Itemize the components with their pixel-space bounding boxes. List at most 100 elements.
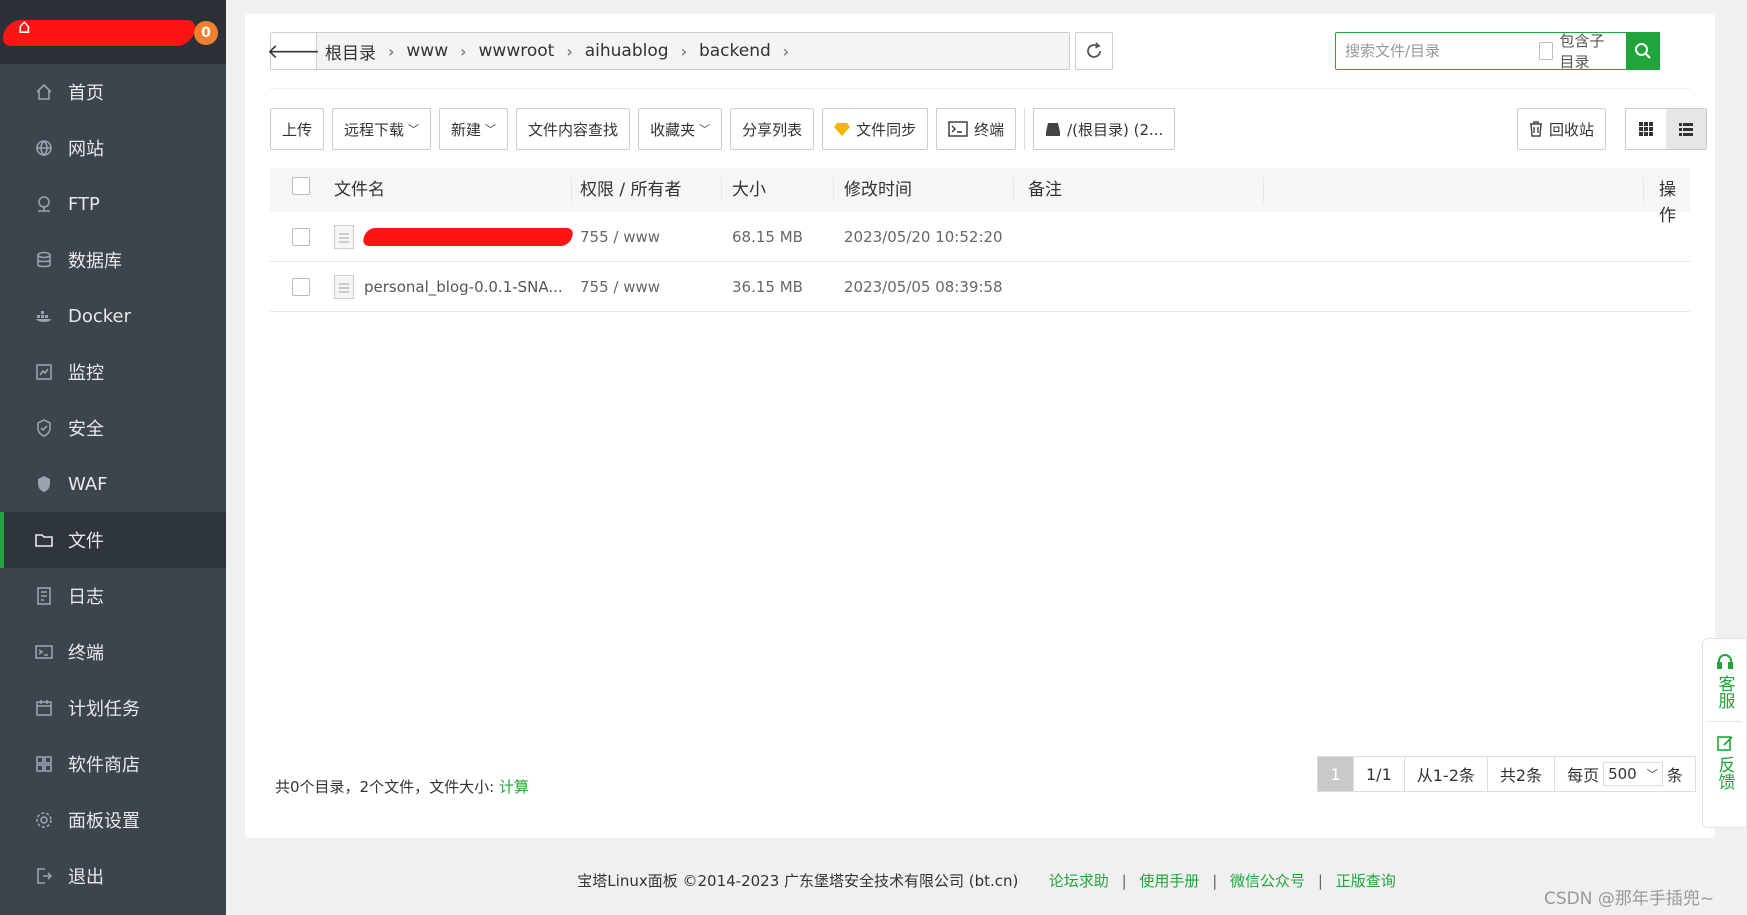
sidebar-item-label: WAF bbox=[68, 473, 108, 495]
sidebar-item-logout[interactable]: 退出 bbox=[0, 848, 226, 904]
pagination: 1 1/1 从1-2条 共2条 每页 500 ﹀ 条 bbox=[1317, 756, 1696, 792]
sidebar-item-logs[interactable]: 日志 bbox=[0, 568, 226, 624]
sidebar-nav: 首页 网站 FTP 数据库 Docker 监控 安全 WAF 文件 日志 终端 … bbox=[0, 64, 226, 904]
footer-link-license[interactable]: 正版查询 bbox=[1336, 872, 1396, 890]
sidebar-item-store[interactable]: 软件商店 bbox=[0, 736, 226, 792]
page-total: 共2条 bbox=[1487, 757, 1556, 791]
sidebar-item-ftp[interactable]: FTP bbox=[0, 176, 226, 232]
waf-icon bbox=[34, 474, 54, 494]
table-row[interactable]: personal_blog-0.0.1-SNA... 755 / www 36.… bbox=[270, 262, 1690, 312]
include-subdir-checkbox[interactable]: 包含子目录 bbox=[1539, 30, 1618, 72]
per-page-group: 每页 500 ﹀ 条 bbox=[1555, 757, 1695, 791]
column-header-size[interactable]: 大小 bbox=[722, 177, 834, 203]
sidebar-item-monitor[interactable]: 监控 bbox=[0, 344, 226, 400]
file-icon bbox=[334, 274, 354, 299]
share-list-button[interactable]: 分享列表 bbox=[730, 108, 815, 150]
table-row[interactable]: 755 / www 68.15 MB 2023/05/20 10:52:20 bbox=[270, 212, 1690, 262]
grid-icon bbox=[1639, 122, 1654, 136]
refresh-button[interactable] bbox=[1075, 32, 1113, 70]
footer-link-forum[interactable]: 论坛求助 bbox=[1049, 872, 1109, 890]
file-name[interactable]: personal_blog-0.0.1-SNA... bbox=[364, 278, 563, 296]
file-perm[interactable]: 755 / www bbox=[572, 228, 722, 246]
arrow-left-icon: 🡐 bbox=[266, 39, 321, 63]
sidebar-item-label: 软件商店 bbox=[68, 755, 140, 776]
sidebar-item-files[interactable]: 文件 bbox=[0, 512, 226, 568]
upload-button[interactable]: 上传 bbox=[270, 108, 325, 150]
view-toggle bbox=[1625, 108, 1708, 150]
breadcrumb-item[interactable]: wwwroot bbox=[479, 41, 555, 61]
sidebar-item-label: FTP bbox=[68, 193, 100, 215]
file-mtime: 2023/05/20 10:52:20 bbox=[844, 227, 1003, 246]
sidebar-item-cron[interactable]: 计划任务 bbox=[0, 680, 226, 736]
terminal-icon bbox=[34, 642, 54, 662]
search-input[interactable] bbox=[1336, 34, 1539, 68]
terminal-button[interactable]: 终端 bbox=[936, 108, 1017, 150]
breadcrumb-item[interactable]: 根目录 bbox=[325, 39, 376, 64]
breadcrumb-item[interactable]: backend bbox=[699, 41, 771, 61]
column-header-note: 备注 bbox=[1014, 177, 1264, 203]
calculate-link[interactable]: 计算 bbox=[499, 778, 529, 796]
sidebar-item-label: 文件 bbox=[68, 531, 104, 552]
redacted-file-name bbox=[361, 227, 575, 246]
new-button[interactable]: 新建 ﹀ bbox=[439, 108, 509, 150]
shield-icon bbox=[34, 418, 54, 438]
file-name-cell[interactable]: personal_blog-0.0.1-SNA... bbox=[332, 274, 572, 299]
list-view-button[interactable] bbox=[1666, 109, 1707, 149]
select-all-checkbox[interactable] bbox=[292, 177, 310, 195]
sidebar-item-website[interactable]: 网站 bbox=[0, 120, 226, 176]
checkbox[interactable] bbox=[1539, 42, 1554, 60]
sidebar-item-waf[interactable]: WAF bbox=[0, 456, 226, 512]
new-label: 新建 bbox=[451, 120, 482, 139]
sidebar-item-label: 终端 bbox=[68, 643, 104, 664]
feedback-button[interactable]: 反馈 bbox=[1703, 734, 1746, 790]
page-current[interactable]: 1 bbox=[1318, 757, 1354, 791]
home-icon bbox=[34, 82, 54, 102]
customer-service-button[interactable]: 客服 bbox=[1703, 653, 1746, 709]
footer-separator: | bbox=[1317, 872, 1323, 890]
sidebar-item-database[interactable]: 数据库 bbox=[0, 232, 226, 288]
row-checkbox[interactable] bbox=[292, 227, 310, 246]
search-box: 包含子目录 bbox=[1335, 30, 1660, 72]
recycle-bin-button[interactable]: 回收站 bbox=[1517, 108, 1607, 150]
file-perm[interactable]: 755 / www bbox=[572, 278, 722, 296]
path-bar: 🡐 根目录 › www › wwwroot › aihuablog › back… bbox=[267, 32, 1070, 70]
footer-separator bbox=[1031, 872, 1036, 890]
notification-badge[interactable]: 0 bbox=[194, 21, 218, 45]
sidebar-item-docker[interactable]: Docker bbox=[0, 288, 226, 344]
file-size: 36.15 MB bbox=[732, 277, 803, 296]
file-sync-button[interactable]: 文件同步 bbox=[822, 108, 929, 150]
file-table: 文件名 权限 / 所有者 大小 修改时间 备注 操作 755 / www 68.… bbox=[270, 168, 1690, 312]
breadcrumb-item[interactable]: www bbox=[406, 41, 448, 61]
service-label: 客服 bbox=[1714, 675, 1735, 709]
sidebar-item-label: 监控 bbox=[68, 363, 104, 384]
back-button[interactable]: 🡐 bbox=[267, 33, 320, 69]
file-size: 68.15 MB bbox=[732, 227, 803, 246]
file-name-cell[interactable] bbox=[332, 224, 575, 249]
breadcrumb-item[interactable]: aihuablog bbox=[585, 41, 669, 61]
grid-view-button[interactable] bbox=[1626, 109, 1667, 149]
search-button[interactable] bbox=[1625, 32, 1660, 70]
file-mtime: 2023/05/05 08:39:58 bbox=[844, 277, 1003, 296]
ftp-icon bbox=[34, 194, 54, 214]
footer: 宝塔Linux面板 ©2014-2023 广东堡塔安全技术有限公司 (bt.cn… bbox=[226, 870, 1747, 891]
logout-icon bbox=[34, 866, 54, 886]
sidebar-item-settings[interactable]: 面板设置 bbox=[0, 792, 226, 848]
sidebar-item-terminal[interactable]: 终端 bbox=[0, 624, 226, 680]
row-checkbox[interactable] bbox=[292, 277, 310, 296]
remote-download-button[interactable]: 远程下载 ﹀ bbox=[332, 108, 432, 150]
disk-button[interactable]: /(根目录) (2... bbox=[1033, 108, 1176, 150]
column-header-mtime[interactable]: 修改时间 bbox=[834, 177, 1014, 203]
per-page-select[interactable]: 500 ﹀ bbox=[1603, 762, 1663, 786]
remote-download-label: 远程下载 bbox=[344, 120, 405, 139]
content-search-button[interactable]: 文件内容查找 bbox=[516, 108, 631, 150]
favorites-button[interactable]: 收藏夹 ﹀ bbox=[638, 108, 723, 150]
footer-link-manual[interactable]: 使用手册 bbox=[1139, 872, 1199, 890]
sidebar-item-home[interactable]: 首页 bbox=[0, 64, 226, 120]
toolbar-separator bbox=[1024, 108, 1026, 150]
recycle-bin-label: 回收站 bbox=[1549, 120, 1595, 139]
column-header-name[interactable]: 文件名 bbox=[332, 177, 572, 203]
footer-link-wechat[interactable]: 微信公众号 bbox=[1230, 872, 1305, 890]
chevron-down-icon: ﹀ bbox=[699, 123, 711, 136]
sidebar-item-security[interactable]: 安全 bbox=[0, 400, 226, 456]
file-sync-label: 文件同步 bbox=[856, 120, 917, 139]
